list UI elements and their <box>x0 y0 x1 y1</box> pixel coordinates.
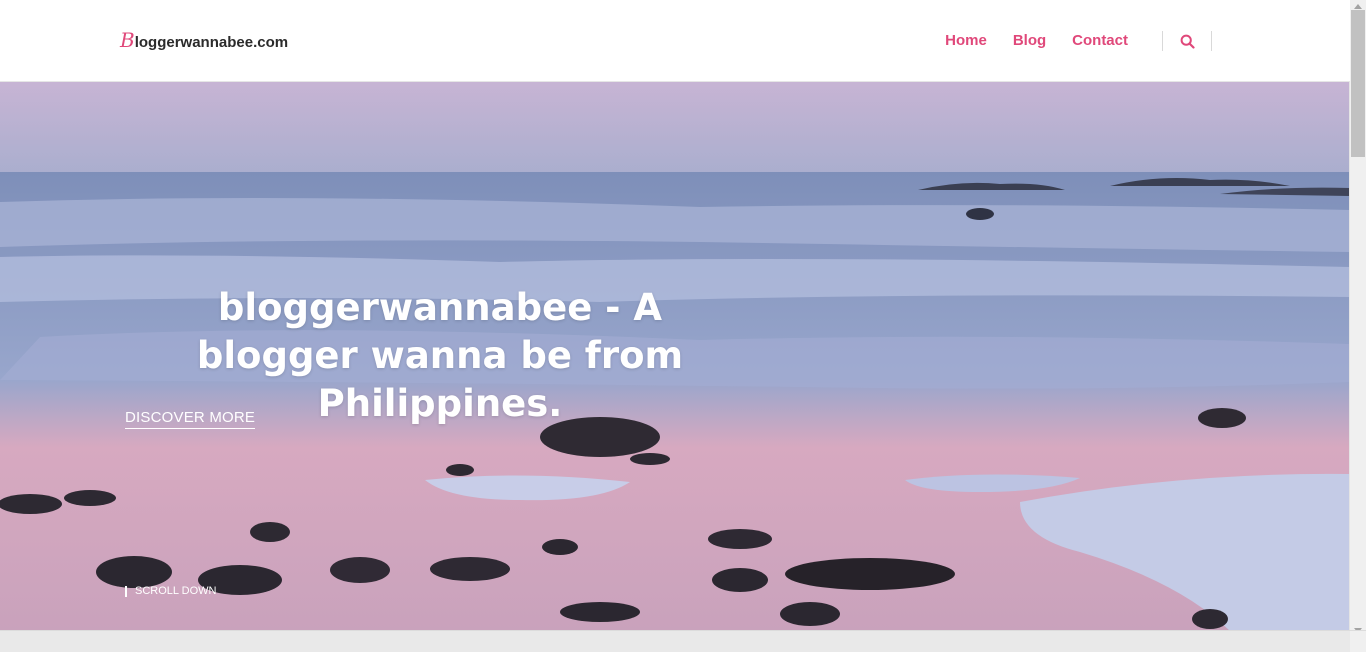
logo-text: loggerwannabee.com <box>134 34 289 51</box>
scroll-down-link[interactable]: SCROLL DOWN <box>125 585 217 597</box>
scrollbar-corner <box>1350 631 1366 652</box>
site-header: B loggerwannabee.com Home Blog Contact <box>0 0 1350 82</box>
main-nav: Home Blog Contact <box>945 32 1128 49</box>
nav-home[interactable]: Home <box>945 32 987 49</box>
scrollbar-thumb[interactable] <box>1351 10 1365 157</box>
scroll-indicator-icon <box>125 585 127 597</box>
search-button[interactable] <box>1162 31 1212 51</box>
search-icon <box>1180 34 1195 49</box>
scroll-down-label: SCROLL DOWN <box>135 585 217 597</box>
nav-contact[interactable]: Contact <box>1072 32 1128 49</box>
hero-section: bloggerwannabee - A blogger wanna be fro… <box>0 82 1350 631</box>
vertical-scrollbar[interactable] <box>1349 0 1366 636</box>
logo-mark: B <box>120 28 135 52</box>
page: B loggerwannabee.com Home Blog Contact b… <box>0 0 1366 652</box>
hero-title: bloggerwannabee - A blogger wanna be fro… <box>196 286 684 425</box>
horizontal-scrollbar[interactable] <box>0 630 1366 652</box>
site-logo[interactable]: B loggerwannabee.com <box>120 30 288 51</box>
nav-blog[interactable]: Blog <box>1013 32 1046 49</box>
discover-more-link[interactable]: DISCOVER MORE <box>125 409 256 429</box>
